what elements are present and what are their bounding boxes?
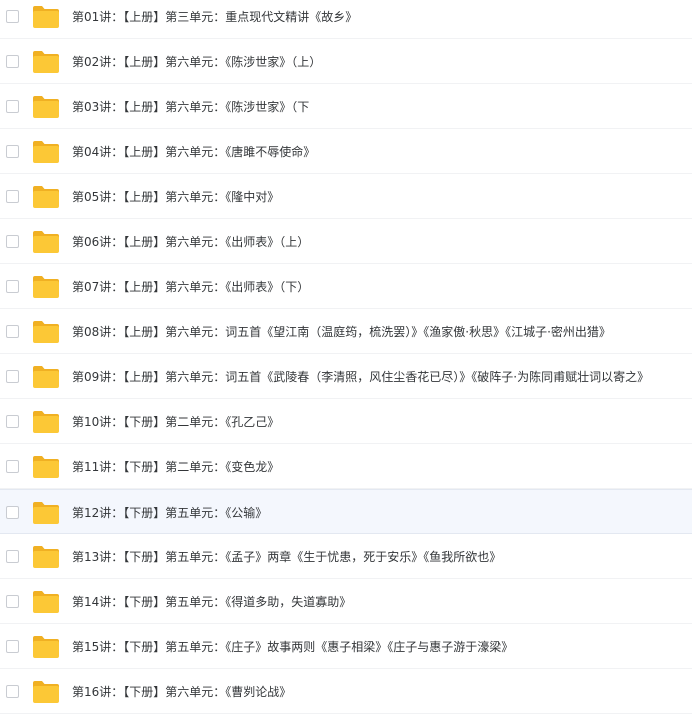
file-row[interactable]: 第15讲：【下册】第五单元：《庄子》故事两则《惠子相梁》《庄子与惠子游于濠梁》 [0, 624, 692, 669]
file-name[interactable]: 第01讲：【上册】第三单元：重点现代文精讲《故乡》 [72, 8, 357, 26]
folder-icon [32, 365, 60, 389]
file-name[interactable]: 第14讲：【下册】第五单元：《得道多助，失道寡助》 [72, 593, 351, 611]
folder-icon [32, 275, 60, 299]
folder-icon [32, 635, 60, 659]
file-name[interactable]: 第12讲：【下册】第五单元：《公输》 [72, 504, 267, 522]
file-name[interactable]: 第07讲：【上册】第六单元：《出师表》（下） [72, 278, 309, 296]
folder-icon [32, 680, 60, 704]
file-row[interactable]: 第02讲：【上册】第六单元：《陈涉世家》（上） [0, 39, 692, 84]
folder-icon [32, 410, 60, 434]
folder-icon [32, 50, 60, 74]
row-checkbox[interactable] [6, 370, 19, 383]
file-row[interactable]: 第01讲：【上册】第三单元：重点现代文精讲《故乡》 [0, 0, 692, 39]
row-checkbox[interactable] [6, 10, 19, 23]
file-name[interactable]: 第08讲：【上册】第六单元：词五首《望江南（温庭筠，梳洗罢）》《渔家傲·秋思》《… [72, 323, 611, 341]
file-row[interactable]: 第07讲：【上册】第六单元：《出师表》（下） [0, 264, 692, 309]
file-name[interactable]: 第16讲：【下册】第六单元：《曹刿论战》 [72, 683, 291, 701]
row-checkbox[interactable] [6, 640, 19, 653]
folder-icon [32, 5, 60, 29]
folder-icon [32, 95, 60, 119]
file-row[interactable]: 第16讲：【下册】第六单元：《曹刿论战》 [0, 669, 692, 714]
row-checkbox[interactable] [6, 280, 19, 293]
file-name[interactable]: 第05讲：【上册】第六单元：《隆中对》 [72, 188, 279, 206]
file-row[interactable]: 第13讲：【下册】第五单元：《孟子》两章《生于忧患，死于安乐》《鱼我所欲也》 [0, 534, 692, 579]
row-checkbox[interactable] [6, 100, 19, 113]
row-checkbox[interactable] [6, 460, 19, 473]
file-row[interactable]: 第14讲：【下册】第五单元：《得道多助，失道寡助》 [0, 579, 692, 624]
file-name[interactable]: 第15讲：【下册】第五单元：《庄子》故事两则《惠子相梁》《庄子与惠子游于濠梁》 [72, 638, 513, 656]
file-name[interactable]: 第13讲：【下册】第五单元：《孟子》两章《生于忧患，死于安乐》《鱼我所欲也》 [72, 548, 501, 566]
folder-icon [32, 230, 60, 254]
row-checkbox[interactable] [6, 325, 19, 338]
folder-icon [32, 140, 60, 164]
file-row[interactable]: 第04讲：【上册】第六单元：《唐雎不辱使命》 [0, 129, 692, 174]
folder-icon [32, 455, 60, 479]
row-checkbox[interactable] [6, 415, 19, 428]
file-row[interactable]: 第05讲：【上册】第六单元：《隆中对》 [0, 174, 692, 219]
folder-icon [32, 590, 60, 614]
row-checkbox[interactable] [6, 595, 19, 608]
file-list: 第01讲：【上册】第三单元：重点现代文精讲《故乡》 第02讲：【上册】第六单元：《… [0, 0, 692, 717]
file-name[interactable]: 第02讲：【上册】第六单元：《陈涉世家》（上） [72, 53, 321, 71]
file-name[interactable]: 第06讲：【上册】第六单元：《出师表》（上） [72, 233, 309, 251]
folder-icon [32, 320, 60, 344]
row-checkbox[interactable] [6, 506, 19, 519]
row-checkbox[interactable] [6, 190, 19, 203]
file-row[interactable]: 第12讲：【下册】第五单元：《公输》 [0, 489, 692, 534]
file-row[interactable]: 第08讲：【上册】第六单元：词五首《望江南（温庭筠，梳洗罢）》《渔家傲·秋思》《… [0, 309, 692, 354]
file-row[interactable]: 第11讲：【下册】第二单元：《变色龙》 [0, 444, 692, 489]
file-row[interactable]: 第10讲：【下册】第二单元：《孔乙己》 [0, 399, 692, 444]
folder-icon [32, 501, 60, 525]
row-checkbox[interactable] [6, 685, 19, 698]
row-checkbox[interactable] [6, 235, 19, 248]
row-checkbox[interactable] [6, 145, 19, 158]
folder-icon [32, 185, 60, 209]
file-row[interactable]: 第09讲：【上册】第六单元：词五首《武陵春（李清照，风住尘香花已尽）》《破阵子·… [0, 354, 692, 399]
file-row[interactable]: 第06讲：【上册】第六单元：《出师表》（上） [0, 219, 692, 264]
file-name[interactable]: 第04讲：【上册】第六单元：《唐雎不辱使命》 [72, 143, 315, 161]
file-name[interactable]: 第10讲：【下册】第二单元：《孔乙己》 [72, 413, 279, 431]
file-name[interactable]: 第09讲：【上册】第六单元：词五首《武陵春（李清照，风住尘香花已尽）》《破阵子·… [72, 368, 649, 386]
file-name[interactable]: 第11讲：【下册】第二单元：《变色龙》 [72, 458, 279, 476]
file-name[interactable]: 第03讲：【上册】第六单元：《陈涉世家》（下 [72, 98, 309, 116]
folder-icon [32, 545, 60, 569]
row-checkbox[interactable] [6, 550, 19, 563]
row-checkbox[interactable] [6, 55, 19, 68]
file-row[interactable]: 第03讲：【上册】第六单元：《陈涉世家》（下 [0, 84, 692, 129]
